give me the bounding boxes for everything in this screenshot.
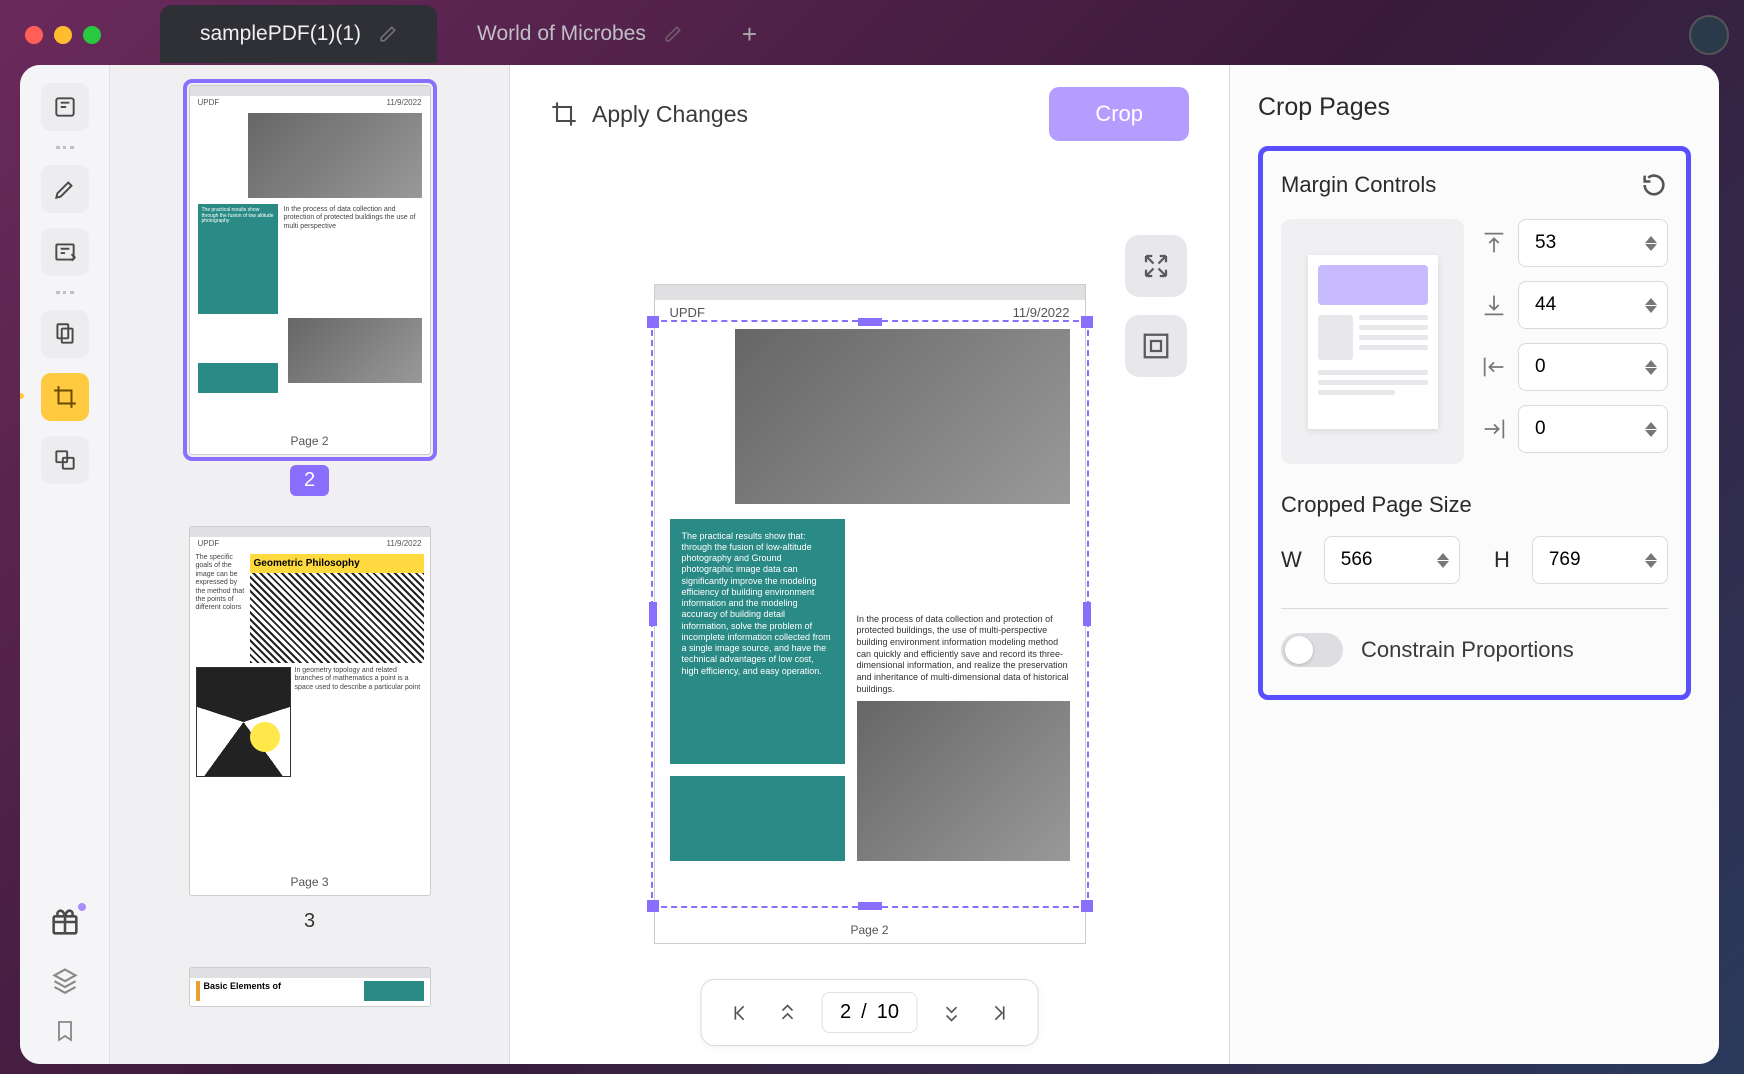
window-close[interactable] xyxy=(25,26,43,44)
pencil-icon[interactable] xyxy=(379,25,397,43)
thumbnail-page-2[interactable]: UPDF11/9/2022 The practical results show… xyxy=(189,85,431,455)
window-controls xyxy=(25,26,101,44)
height-input[interactable] xyxy=(1532,536,1668,584)
window-maximize[interactable] xyxy=(83,26,101,44)
margin-right-input[interactable] xyxy=(1518,405,1668,453)
page-date-text: 11/9/2022 xyxy=(1013,305,1070,320)
thumbnail-number: 2 xyxy=(290,465,329,496)
margin-top-icon xyxy=(1480,229,1508,257)
page-navigator: 2 / 10 xyxy=(700,979,1039,1046)
main-window: UPDF11/9/2022 The practical results show… xyxy=(20,65,1719,1064)
thumbnail-page-3[interactable]: UPDF11/9/2022 The specific goals of the … xyxy=(189,526,431,896)
width-label: W xyxy=(1281,547,1302,573)
margin-right-icon xyxy=(1480,415,1508,443)
margin-controls-box: Margin Controls xyxy=(1258,146,1691,700)
margin-top-input[interactable] xyxy=(1518,219,1668,267)
page-input[interactable]: 2 / 10 xyxy=(821,992,918,1033)
user-avatar[interactable] xyxy=(1689,15,1729,55)
margin-left-icon xyxy=(1480,353,1508,381)
crop-tool[interactable] xyxy=(41,373,89,421)
reset-icon[interactable] xyxy=(1640,171,1668,199)
height-label: H xyxy=(1494,547,1510,573)
page-header-text: UPDF xyxy=(670,305,705,320)
tab-add[interactable]: + xyxy=(742,19,757,50)
thumbnail-panel: UPDF11/9/2022 The practical results show… xyxy=(110,65,510,1064)
bookmark-icon[interactable] xyxy=(53,1016,77,1046)
edit-tool[interactable] xyxy=(41,228,89,276)
separator xyxy=(56,146,74,150)
first-page-button[interactable] xyxy=(725,999,753,1027)
margin-bottom-input[interactable] xyxy=(1518,281,1668,329)
tab-label: World of Microbes xyxy=(477,22,646,46)
pencil-icon[interactable] xyxy=(664,25,682,43)
margin-controls-title: Margin Controls xyxy=(1281,172,1436,198)
expand-button[interactable] xyxy=(1125,235,1187,297)
thumbnail-page-4[interactable]: Basic Elements of xyxy=(189,967,431,1007)
margin-left-input[interactable] xyxy=(1518,343,1668,391)
highlighter-tool[interactable] xyxy=(41,165,89,213)
crop-frame[interactable] xyxy=(651,320,1089,908)
layers-icon[interactable] xyxy=(51,966,79,994)
prev-page-button[interactable] xyxy=(773,999,801,1027)
last-page-button[interactable] xyxy=(986,999,1014,1027)
tab-label: samplePDF(1)(1) xyxy=(200,22,361,46)
constrain-toggle[interactable] xyxy=(1281,633,1343,667)
apply-changes-label: Apply Changes xyxy=(592,101,748,128)
fit-button[interactable] xyxy=(1125,315,1187,377)
gift-tool[interactable] xyxy=(48,905,82,944)
reader-tool[interactable] xyxy=(41,83,89,131)
width-input[interactable] xyxy=(1324,536,1460,584)
panel-title: Crop Pages xyxy=(1258,93,1691,122)
separator xyxy=(56,291,74,295)
next-page-button[interactable] xyxy=(938,999,966,1027)
active-indicator xyxy=(20,393,24,399)
constrain-label: Constrain Proportions xyxy=(1361,637,1574,663)
crop-button[interactable]: Crop xyxy=(1049,87,1189,141)
crop-icon xyxy=(550,100,578,128)
arrange-tool[interactable] xyxy=(41,436,89,484)
page-footer: Page 2 xyxy=(850,923,888,937)
margin-preview xyxy=(1281,219,1464,464)
thumbnail-number: 3 xyxy=(290,906,329,937)
canvas-area: Apply Changes Crop UPDF 11/9/2022 The pr… xyxy=(510,65,1229,1064)
pages-tool[interactable] xyxy=(41,310,89,358)
cropped-size-title: Cropped Page Size xyxy=(1281,492,1668,518)
crop-panel: Crop Pages Margin Controls xyxy=(1229,65,1719,1064)
page-preview[interactable]: UPDF 11/9/2022 The practical results sho… xyxy=(654,284,1086,944)
tab-active[interactable]: samplePDF(1)(1) xyxy=(160,5,437,63)
tool-sidebar xyxy=(20,65,110,1064)
tab-inactive[interactable]: World of Microbes xyxy=(437,5,722,63)
tab-bar: samplePDF(1)(1) World of Microbes + xyxy=(160,5,757,63)
window-minimize[interactable] xyxy=(54,26,72,44)
margin-bottom-icon xyxy=(1480,291,1508,319)
